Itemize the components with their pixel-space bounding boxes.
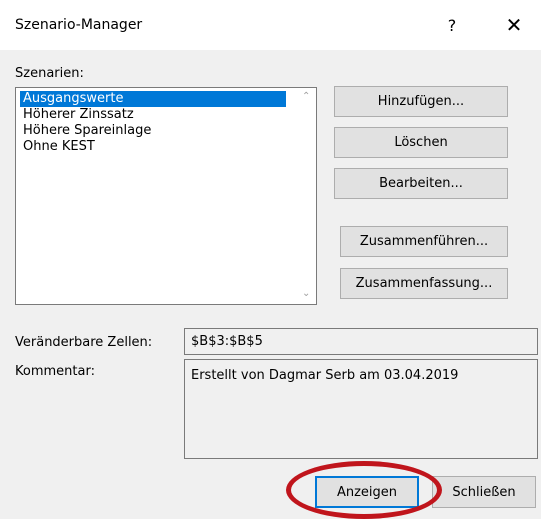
list-item[interactable]: Höherer Zinssatz: [20, 107, 137, 123]
listbox-scrollbar[interactable]: ⌃ ⌄: [299, 88, 316, 304]
list-item[interactable]: Ausgangswerte: [20, 91, 286, 107]
edit-button[interactable]: Bearbeiten...: [334, 168, 508, 199]
title-bar: Szenario-Manager ? ✕: [0, 0, 541, 50]
close-button[interactable]: Schließen: [432, 476, 536, 508]
list-item[interactable]: Ohne KEST: [20, 139, 98, 155]
comment-label: Kommentar:: [15, 364, 95, 379]
close-icon[interactable]: ✕: [492, 10, 536, 40]
scenarios-label: Szenarien:: [15, 66, 84, 81]
comment-field: Erstellt von Dagmar Serb am 03.04.2019: [184, 359, 538, 459]
help-button[interactable]: ?: [430, 10, 474, 40]
changing-cells-label: Veränderbare Zellen:: [15, 335, 153, 350]
delete-button[interactable]: Löschen: [334, 127, 508, 158]
summary-button[interactable]: Zusammenfassung...: [340, 268, 508, 299]
scenario-manager-dialog: Szenario-Manager ? ✕ Szenarien: Ausgangs…: [0, 0, 541, 519]
scroll-up-icon[interactable]: ⌃: [302, 91, 310, 102]
list-item[interactable]: Höhere Spareinlage: [20, 123, 154, 139]
window-title: Szenario-Manager: [15, 17, 143, 33]
add-button[interactable]: Hinzufügen...: [334, 86, 508, 117]
scroll-down-icon[interactable]: ⌄: [302, 288, 310, 299]
merge-button[interactable]: Zusammenführen...: [340, 226, 508, 257]
show-button[interactable]: Anzeigen: [315, 476, 419, 508]
changing-cells-field: $B$3:$B$5: [184, 328, 538, 355]
scenarios-listbox[interactable]: Ausgangswerte Höherer Zinssatz Höhere Sp…: [15, 87, 317, 305]
